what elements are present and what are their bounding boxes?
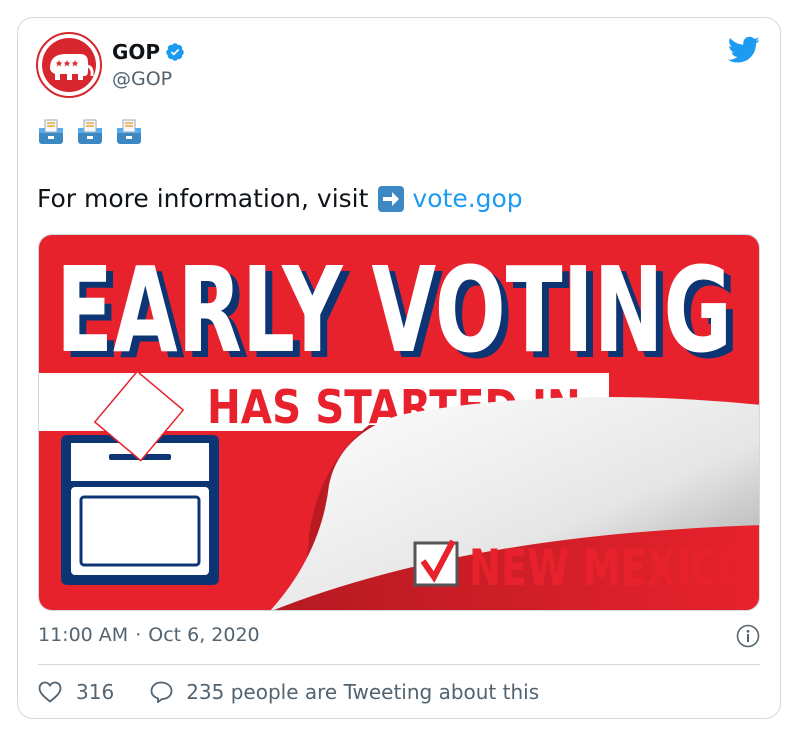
tweet-text-prefix: For more information, visit: [37, 184, 369, 213]
verified-badge-icon: [165, 42, 185, 62]
vote-gop-link[interactable]: vote.gop: [412, 184, 522, 213]
ballot-box-icon: [78, 119, 102, 144]
divider: [38, 664, 760, 665]
tweet-text: For more information, visit vote.gop: [37, 184, 523, 213]
state-name: NEW MEXICO: [469, 539, 751, 597]
gop-avatar[interactable]: [36, 32, 102, 98]
like-button[interactable]: 316: [38, 680, 114, 704]
tweet-actions: 316 235 people are Tweeting about this: [38, 680, 539, 704]
checkbox-checked-icon: [413, 539, 459, 587]
tweet-timestamp[interactable]: 11:00 AM · Oct 6, 2020: [38, 624, 260, 646]
heart-icon: [38, 681, 62, 703]
ballot-box-icon: [39, 119, 63, 144]
tweet-date[interactable]: Oct 6, 2020: [148, 624, 259, 646]
right-arrow-emoji-icon: [377, 185, 405, 213]
like-count: 316: [76, 680, 115, 704]
author-handle[interactable]: @GOP: [112, 68, 172, 90]
reply-button[interactable]: 235 people are Tweeting about this: [150, 680, 539, 704]
twitter-bird-icon[interactable]: [727, 36, 760, 64]
meta-separator: ·: [135, 624, 142, 646]
author-name-text[interactable]: GOP: [112, 40, 160, 64]
tweet-media-image[interactable]: EARLY VOTING EARLY VOTING HAS STARTED IN…: [38, 234, 760, 611]
speech-bubble-icon: [150, 681, 173, 703]
headline: EARLY VOTING: [56, 241, 732, 379]
ballot-box-icon: [117, 119, 141, 144]
info-icon[interactable]: [736, 624, 760, 648]
tweet-time[interactable]: 11:00 AM: [38, 624, 128, 646]
replies-text: 235 people are Tweeting about this: [186, 680, 540, 704]
republican-elephant-logo-icon: [36, 32, 102, 98]
emoji-row: [37, 118, 143, 146]
author-name[interactable]: GOP: [112, 40, 185, 64]
